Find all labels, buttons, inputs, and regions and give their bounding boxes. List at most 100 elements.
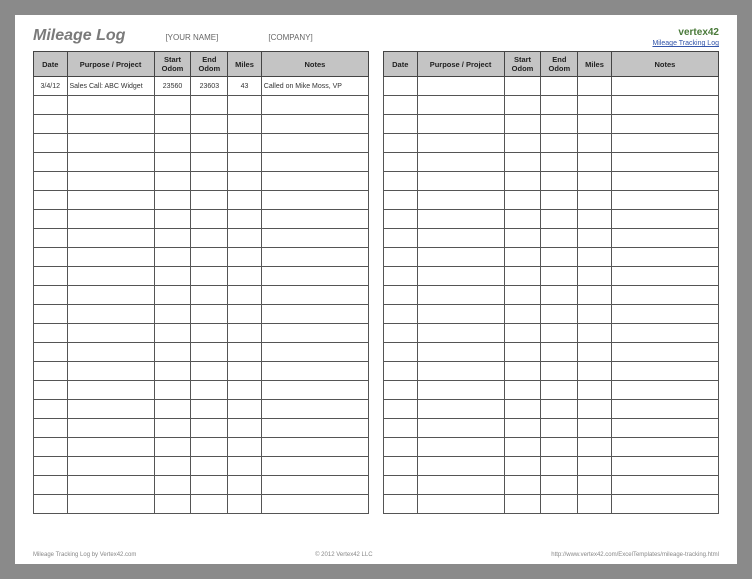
table-row — [384, 362, 719, 381]
cell-start — [154, 286, 191, 305]
cell-purpose — [417, 495, 504, 514]
header-row: Mileage Log [YOUR NAME] [COMPANY] — [33, 27, 719, 45]
cell-purpose — [67, 438, 154, 457]
cell-notes — [261, 134, 368, 153]
cell-notes — [261, 115, 368, 134]
cell-date — [384, 438, 418, 457]
cell-notes — [261, 210, 368, 229]
cell-notes — [261, 476, 368, 495]
cell-date — [34, 210, 68, 229]
page-title: Mileage Log — [33, 27, 125, 45]
cell-notes — [261, 248, 368, 267]
cell-miles — [578, 229, 612, 248]
cell-miles — [578, 305, 612, 324]
col-date: Date — [34, 52, 68, 77]
col-notes: Notes — [261, 52, 368, 77]
table-row — [384, 191, 719, 210]
cell-notes — [611, 381, 718, 400]
table-row — [34, 381, 369, 400]
cell-date — [384, 115, 418, 134]
brand-block: vertex42 Mileage Tracking Log — [652, 27, 719, 47]
cell-date — [384, 343, 418, 362]
col-start: Start Odom — [504, 52, 541, 77]
cell-miles — [228, 381, 262, 400]
company-field: [COMPANY] — [268, 33, 312, 42]
footer-left: Mileage Tracking Log by Vertex42.com — [33, 552, 136, 558]
cell-miles — [228, 438, 262, 457]
cell-purpose — [417, 267, 504, 286]
cell-notes — [261, 229, 368, 248]
cell-date — [384, 96, 418, 115]
cell-end — [191, 96, 228, 115]
cell-purpose: Sales Call: ABC Widget — [67, 77, 154, 96]
cell-miles — [578, 343, 612, 362]
footer-row: Mileage Tracking Log by Vertex42.com © 2… — [33, 552, 719, 558]
cell-purpose — [417, 286, 504, 305]
table-row — [34, 419, 369, 438]
table-row — [34, 362, 369, 381]
cell-notes — [261, 172, 368, 191]
cell-notes — [611, 115, 718, 134]
cell-purpose — [417, 343, 504, 362]
cell-date — [384, 191, 418, 210]
table-row — [384, 229, 719, 248]
cell-miles: 43 — [228, 77, 262, 96]
cell-purpose — [67, 476, 154, 495]
cell-date — [34, 191, 68, 210]
cell-end — [541, 229, 578, 248]
cell-notes — [611, 134, 718, 153]
cell-purpose — [417, 400, 504, 419]
cell-start — [504, 115, 541, 134]
cell-start — [154, 210, 191, 229]
brand-link[interactable]: Mileage Tracking Log — [652, 40, 719, 47]
cell-end — [191, 248, 228, 267]
cell-notes — [261, 343, 368, 362]
table-row — [34, 457, 369, 476]
table-header-row: Date Purpose / Project Start Odom End Od… — [384, 52, 719, 77]
cell-start — [154, 267, 191, 286]
cell-start — [504, 305, 541, 324]
cell-notes — [611, 77, 718, 96]
cell-notes — [261, 305, 368, 324]
table-row — [384, 400, 719, 419]
cell-start — [154, 381, 191, 400]
cell-miles — [578, 191, 612, 210]
cell-end — [191, 229, 228, 248]
cell-purpose — [67, 400, 154, 419]
cell-end — [541, 96, 578, 115]
cell-notes — [261, 362, 368, 381]
cell-miles — [228, 153, 262, 172]
cell-date — [34, 324, 68, 343]
cell-date — [34, 115, 68, 134]
cell-purpose — [67, 419, 154, 438]
table-row — [384, 495, 719, 514]
cell-purpose — [417, 305, 504, 324]
cell-miles — [228, 134, 262, 153]
table-row — [34, 343, 369, 362]
cell-start — [504, 343, 541, 362]
cell-purpose — [417, 438, 504, 457]
cell-notes — [261, 191, 368, 210]
cell-notes — [261, 153, 368, 172]
cell-notes — [261, 267, 368, 286]
cell-miles — [228, 343, 262, 362]
cell-start — [154, 115, 191, 134]
cell-start — [154, 419, 191, 438]
cell-end — [191, 324, 228, 343]
cell-start — [504, 457, 541, 476]
cell-purpose — [67, 495, 154, 514]
cell-miles — [228, 305, 262, 324]
cell-end — [541, 115, 578, 134]
cell-notes — [611, 343, 718, 362]
col-start: Start Odom — [154, 52, 191, 77]
cell-start — [154, 191, 191, 210]
cell-date — [384, 286, 418, 305]
cell-start — [154, 229, 191, 248]
cell-start — [154, 305, 191, 324]
cell-date — [34, 343, 68, 362]
cell-purpose — [417, 362, 504, 381]
cell-end — [191, 476, 228, 495]
cell-purpose — [67, 248, 154, 267]
cell-start — [154, 495, 191, 514]
cell-notes — [611, 96, 718, 115]
